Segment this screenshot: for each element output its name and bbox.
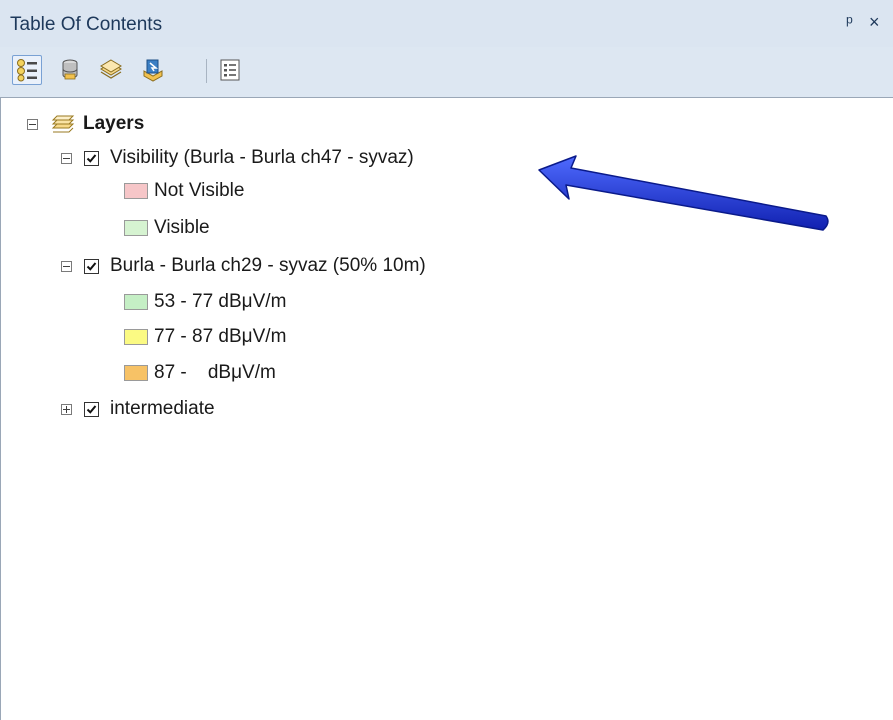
- close-icon[interactable]: ×: [869, 12, 880, 32]
- toolbar-separator: [206, 59, 207, 83]
- options-icon: [220, 59, 240, 81]
- database-icon: [62, 59, 78, 80]
- list-by-selection-button[interactable]: [137, 55, 167, 85]
- pin-icon[interactable]: ᵖ: [846, 12, 853, 32]
- toc-title-bar: Table Of Contents ᵖ ×: [0, 0, 893, 47]
- list-by-drawing-order-button[interactable]: [12, 55, 42, 85]
- layers-visibility-icon: [100, 59, 122, 79]
- options-button[interactable]: [215, 55, 245, 85]
- selection-icon: [143, 59, 163, 82]
- list-by-source-button[interactable]: [55, 55, 85, 85]
- toc-tree: Layers Visibility (Burla - Burla ch47 - …: [0, 98, 893, 720]
- toc-toolbar: [0, 47, 893, 98]
- annotation-arrow-icon: [538, 155, 829, 231]
- list-by-visibility-button[interactable]: [95, 55, 125, 85]
- panel-title: Table Of Contents: [10, 14, 163, 35]
- list-by-drawing-order-icon: [17, 59, 37, 82]
